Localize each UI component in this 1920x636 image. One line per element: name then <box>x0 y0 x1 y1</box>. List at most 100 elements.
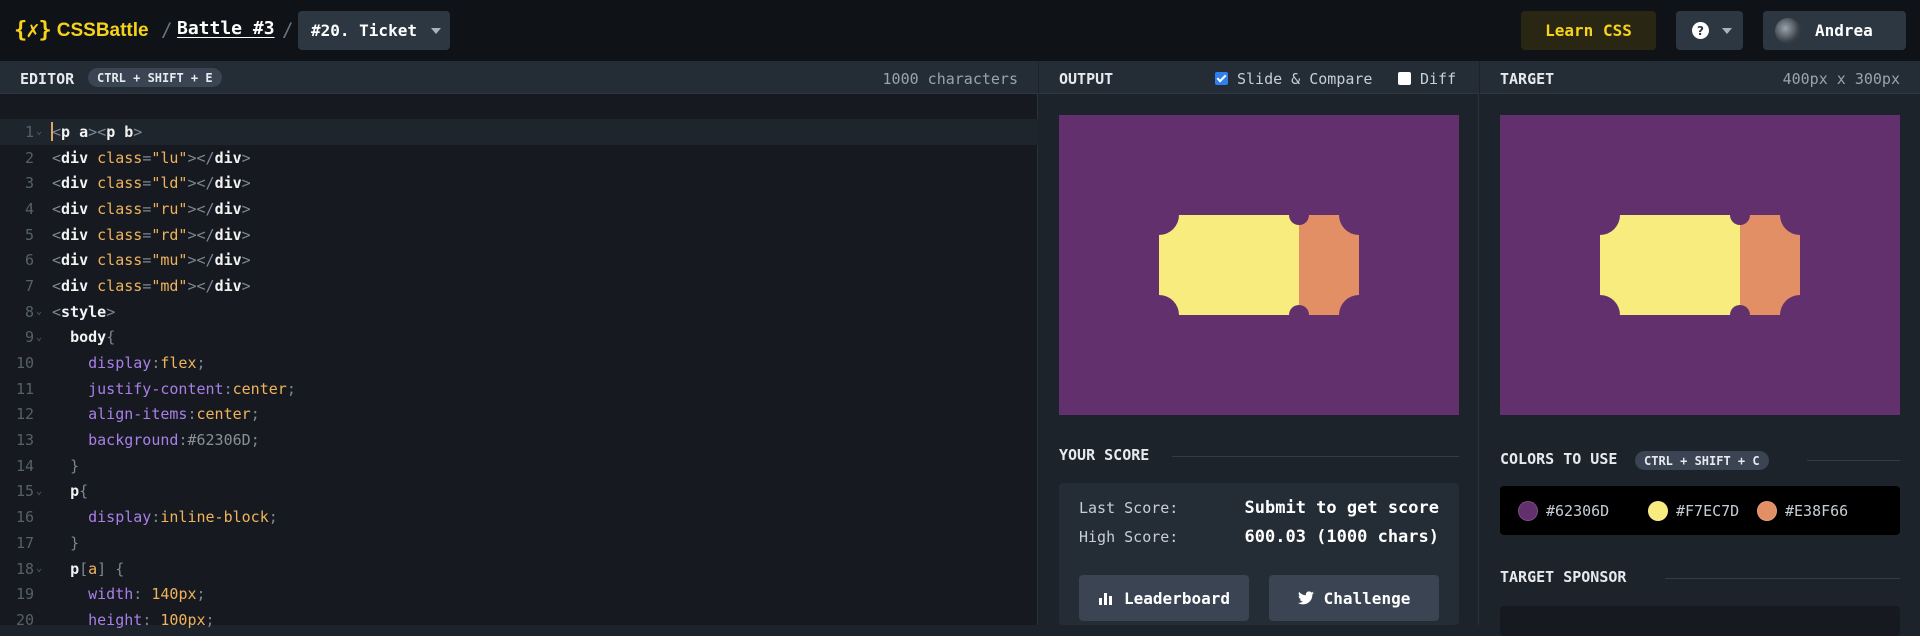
code-line[interactable]: 11 justify-content:center; <box>0 376 1038 402</box>
ticket-notch <box>1139 295 1179 335</box>
code-line[interactable]: 3 <div class="ld"></div> <box>0 170 1038 196</box>
output-preview[interactable] <box>1059 115 1459 415</box>
ticket-notch <box>1730 205 1750 225</box>
code-line[interactable]: 6 <div class="mu"></div> <box>0 247 1038 273</box>
output-title: OUTPUT <box>1059 70 1114 88</box>
code-line[interactable]: 2 <div class="lu"></div> <box>0 145 1038 171</box>
ticket-notch <box>1139 195 1179 235</box>
fold-icon[interactable]: ⌄ <box>34 332 44 343</box>
ticket-left-part <box>1600 215 1740 315</box>
text-cursor <box>51 122 53 141</box>
help-icon: ? <box>1692 22 1709 39</box>
score-card: Last Score: Submit to get score High Sco… <box>1059 483 1459 625</box>
target-dimensions: 400px x 300px <box>1782 70 1900 88</box>
target-header: TARGET 400px x 300px <box>1480 61 1920 94</box>
leaderboard-button[interactable]: Leaderboard <box>1079 575 1249 621</box>
code-line[interactable]: 17 } <box>0 530 1038 556</box>
diff-label[interactable]: Diff <box>1420 70 1456 88</box>
high-score-label: High Score: <box>1079 528 1179 546</box>
color-swatch[interactable]: #E38F66 <box>1757 501 1848 521</box>
user-name: Andrea <box>1815 21 1873 40</box>
output-header: OUTPUT Slide & Compare Diff <box>1039 61 1479 94</box>
ticket-notch <box>1730 305 1750 325</box>
ticket-notch <box>1580 195 1620 235</box>
code-line[interactable]: 15 ⌄ p{ <box>0 479 1038 505</box>
level-select-value: #20. Ticket <box>311 21 417 40</box>
code-line[interactable]: 18 ⌄ p[a] { <box>0 556 1038 582</box>
avatar <box>1775 18 1801 44</box>
target-panel: TARGET 400px x 300px COLORS TO USE CTRL … <box>1480 61 1920 636</box>
ticket-notch <box>1339 295 1379 335</box>
chevron-down-icon <box>431 28 441 34</box>
slide-compare-checkbox[interactable] <box>1215 72 1228 85</box>
score-heading: YOUR SCORE <box>1059 446 1150 464</box>
twitter-icon <box>1297 591 1314 605</box>
cssbattle-logo[interactable]: {✗} CSSBattle <box>14 18 149 43</box>
ticket-notch <box>1780 195 1820 235</box>
last-score-value: Submit to get score <box>1244 498 1439 518</box>
code-editor[interactable]: 1 ⌄ <p a><p b> 2 <div class="lu"></div> 3… <box>0 119 1038 633</box>
divider <box>1172 456 1459 457</box>
help-menu-button[interactable]: ? <box>1676 11 1743 50</box>
code-line[interactable]: 16 display:inline-block; <box>0 504 1038 530</box>
fold-icon[interactable]: ⌄ <box>34 486 44 497</box>
level-select[interactable]: #20. Ticket <box>298 11 450 50</box>
color-swatch[interactable]: #F7EC7D <box>1648 501 1739 521</box>
breadcrumb-separator: / <box>161 19 173 41</box>
fold-icon[interactable]: ⌄ <box>34 306 44 317</box>
fold-icon[interactable]: ⌄ <box>34 126 44 137</box>
challenge-label: Challenge <box>1323 588 1411 608</box>
divider <box>1807 460 1900 461</box>
ticket-notch <box>1339 195 1379 235</box>
editor-title: EDITOR <box>20 70 75 88</box>
code-line[interactable]: 13 background:#62306D; <box>0 427 1038 453</box>
code-line[interactable]: 4 <div class="ru"></div> <box>0 196 1038 222</box>
learn-css-button[interactable]: Learn CSS <box>1521 11 1656 50</box>
logo-text: CSSBattle <box>56 19 149 41</box>
code-line[interactable]: 7 <div class="md"></div> <box>0 273 1038 299</box>
editor-panel: EDITOR CTRL + SHIFT + E 1000 characters … <box>0 61 1038 629</box>
target-image[interactable] <box>1500 115 1900 415</box>
editor-shortcut-badge: CTRL + SHIFT + E <box>88 68 222 87</box>
challenge-button[interactable]: Challenge <box>1269 575 1439 621</box>
character-count: 1000 characters <box>882 70 1018 88</box>
ticket-drawing <box>1139 195 1379 335</box>
color-dot <box>1648 501 1668 521</box>
leaderboard-label: Leaderboard <box>1124 588 1230 608</box>
breadcrumb-battle-link[interactable]: Battle #3 <box>177 18 275 39</box>
breadcrumb-separator: / <box>282 19 294 41</box>
code-line[interactable]: 12 align-items:center; <box>0 402 1038 428</box>
logo-icon: {✗} <box>14 18 52 43</box>
code-line[interactable]: 5 <div class="rd"></div> <box>0 222 1038 248</box>
sponsor-box[interactable] <box>1500 606 1900 636</box>
output-panel: OUTPUT Slide & Compare Diff YOUR SCORE L… <box>1039 61 1479 625</box>
bar-chart-icon <box>1099 593 1113 605</box>
code-line[interactable]: 19 width: 140px; <box>0 581 1038 607</box>
code-line[interactable]: 8 ⌄ <style> <box>0 299 1038 325</box>
high-score-value: 600.03 (1000 chars) <box>1244 527 1439 547</box>
divider <box>1665 578 1900 579</box>
code-line[interactable]: 1 ⌄ <p a><p b> <box>0 119 1038 145</box>
user-menu-button[interactable]: Andrea <box>1763 11 1906 50</box>
top-bar: {✗} CSSBattle / Battle #3 / #20. Ticket … <box>0 0 1920 61</box>
fold-icon[interactable]: ⌄ <box>34 563 44 574</box>
ticket-notch <box>1580 295 1620 335</box>
code-line[interactable]: 10 display:flex; <box>0 350 1038 376</box>
color-swatches: #62306D #F7EC7D #E38F66 <box>1500 486 1900 535</box>
colors-shortcut-badge: CTRL + SHIFT + C <box>1635 451 1769 470</box>
chevron-down-icon <box>1722 28 1732 34</box>
target-title: TARGET <box>1500 70 1555 88</box>
sponsor-heading: TARGET SPONSOR <box>1500 568 1627 586</box>
code-line[interactable]: 20 height: 100px; <box>0 607 1038 633</box>
last-score-label: Last Score: <box>1079 499 1179 517</box>
color-dot <box>1518 501 1538 521</box>
colors-heading: COLORS TO USE <box>1500 450 1618 468</box>
diff-checkbox[interactable] <box>1398 72 1411 85</box>
target-ticket-drawing <box>1580 195 1820 335</box>
ticket-notch <box>1289 305 1309 325</box>
ticket-left-part <box>1159 215 1299 315</box>
code-line[interactable]: 14 } <box>0 453 1038 479</box>
code-line[interactable]: 9 ⌄ body{ <box>0 325 1038 351</box>
slide-compare-label[interactable]: Slide & Compare <box>1237 70 1372 88</box>
color-swatch[interactable]: #62306D <box>1518 501 1609 521</box>
